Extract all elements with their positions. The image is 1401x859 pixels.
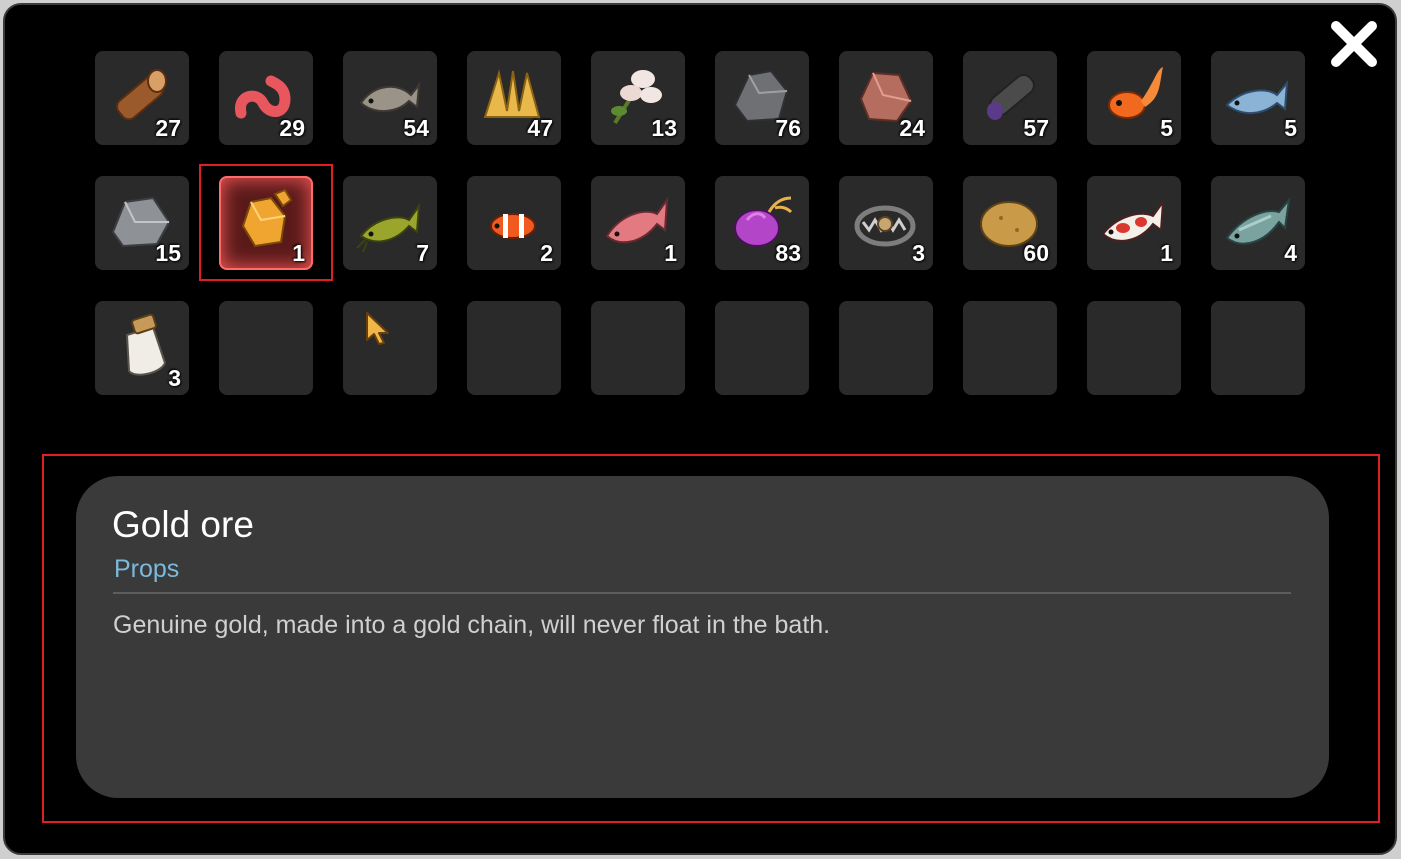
pike-fish-icon bbox=[1225, 196, 1291, 245]
inventory-slot[interactable]: 60 bbox=[963, 176, 1057, 270]
close-icon bbox=[1329, 19, 1379, 69]
item-category: Props bbox=[114, 555, 180, 583]
gold-ore-icon bbox=[241, 188, 293, 248]
cursor-icon bbox=[366, 312, 389, 345]
item-count: 57 bbox=[1023, 115, 1049, 141]
inventory-slot[interactable]: 29 bbox=[219, 51, 313, 145]
item-count: 47 bbox=[527, 115, 553, 141]
item-count: 2 bbox=[540, 240, 553, 266]
inventory-slot[interactable]: 4 bbox=[1211, 176, 1305, 270]
inventory-slot[interactable]: 76 bbox=[715, 51, 809, 145]
item-name: Gold ore bbox=[112, 504, 254, 545]
goldfish-icon bbox=[1108, 67, 1163, 119]
inventory-slot[interactable]: 24 bbox=[839, 51, 933, 145]
inventory-slot[interactable]: 7 bbox=[343, 176, 437, 270]
item-count: 1 bbox=[292, 240, 305, 266]
item-count: 24 bbox=[899, 115, 925, 141]
empty-inventory-slot[interactable] bbox=[839, 301, 933, 395]
item-count: 29 bbox=[279, 115, 305, 141]
item-count: 7 bbox=[416, 240, 429, 266]
empty-inventory-slot[interactable] bbox=[1211, 301, 1305, 395]
item-count: 3 bbox=[912, 240, 925, 266]
item-count: 27 bbox=[155, 115, 181, 141]
empty-inventory-slot[interactable] bbox=[219, 301, 313, 395]
empty-inventory-slot[interactable] bbox=[1087, 301, 1181, 395]
blue-fish-icon bbox=[1225, 79, 1289, 114]
item-count: 54 bbox=[403, 115, 429, 141]
inventory-slot[interactable]: 3 bbox=[839, 176, 933, 270]
clownfish-icon bbox=[490, 213, 536, 239]
inventory-slot[interactable]: 57 bbox=[963, 51, 1057, 145]
salt-jar-icon bbox=[125, 313, 167, 376]
item-count: 1 bbox=[1160, 240, 1173, 266]
catfish-icon bbox=[356, 202, 421, 253]
item-count: 3 bbox=[168, 365, 181, 391]
item-description: Genuine gold, made into a gold chain, wi… bbox=[113, 611, 831, 639]
inventory-slot[interactable]: 5 bbox=[1211, 51, 1305, 145]
red-fish-icon bbox=[605, 196, 669, 244]
inventory-slot[interactable]: 13 bbox=[591, 51, 685, 145]
inventory-slot[interactable]: 27 bbox=[95, 51, 189, 145]
item-count: 76 bbox=[775, 115, 801, 141]
inventory-slot[interactable]: 47 bbox=[467, 51, 561, 145]
item-count: 13 bbox=[651, 115, 677, 141]
item-count: 4 bbox=[1284, 240, 1297, 266]
inventory-slot[interactable]: 1 bbox=[591, 176, 685, 270]
close-button[interactable] bbox=[1328, 18, 1380, 70]
item-count: 15 bbox=[155, 240, 181, 266]
item-count: 5 bbox=[1160, 115, 1173, 141]
bear-trap-icon bbox=[854, 205, 916, 247]
inventory-slot[interactable]: 3 bbox=[95, 301, 189, 395]
item-count: 1 bbox=[664, 240, 677, 266]
inventory-slot[interactable]: 5 bbox=[1087, 51, 1181, 145]
inventory-slot[interactable]: 54 bbox=[343, 51, 437, 145]
inventory-slot[interactable]: 15 bbox=[95, 176, 189, 270]
empty-inventory-slot[interactable] bbox=[467, 301, 561, 395]
empty-inventory-slot[interactable] bbox=[591, 301, 685, 395]
koi-fish-icon bbox=[1101, 198, 1165, 242]
item-count: 5 bbox=[1284, 115, 1297, 141]
divider bbox=[113, 592, 1291, 594]
inventory-grid: 27 29 54 47 13 76 24 57 5 5 15 1 7 2 1 83 3 60 1 4 3 bbox=[95, 51, 1305, 395]
inventory-slot[interactable]: 2 bbox=[467, 176, 561, 270]
item-count: 83 bbox=[775, 240, 801, 266]
inventory-slot[interactable]: 83 bbox=[715, 176, 809, 270]
inventory-slot[interactable]: 1 bbox=[199, 164, 333, 281]
inventory-slot[interactable]: 1 bbox=[1087, 176, 1181, 270]
item-count: 60 bbox=[1023, 240, 1049, 266]
empty-inventory-slot[interactable] bbox=[963, 301, 1057, 395]
empty-inventory-slot[interactable] bbox=[715, 301, 809, 395]
